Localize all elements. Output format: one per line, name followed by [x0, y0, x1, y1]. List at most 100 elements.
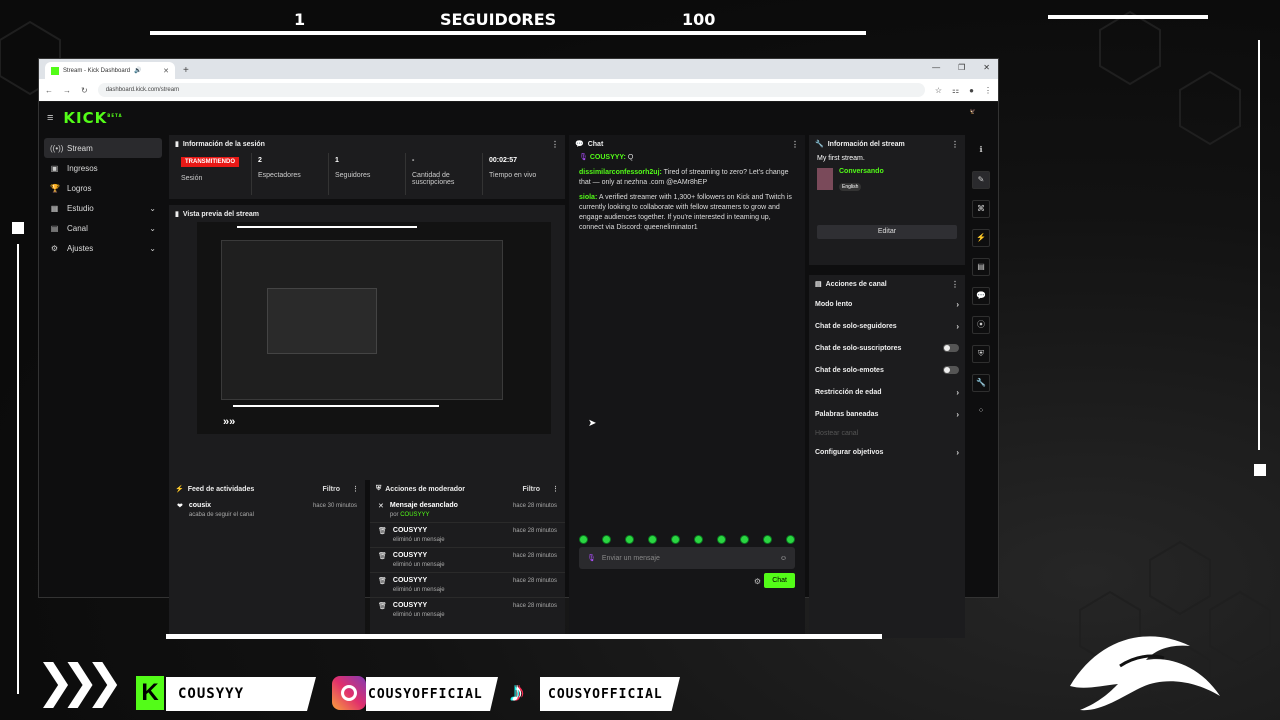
reload-icon[interactable]: ↻: [81, 86, 88, 95]
emote-icon[interactable]: [579, 535, 588, 544]
emote-icon[interactable]: [671, 535, 680, 544]
mod-item-user[interactable]: COUSYYY: [400, 512, 429, 518]
emote-icon[interactable]: [625, 535, 634, 544]
tab-title: Stream - Kick Dashboard: [63, 67, 131, 74]
speaker-icon: 🔊: [134, 68, 142, 74]
close-tab-icon[interactable]: ✕: [163, 67, 169, 75]
browser-window: Stream - Kick Dashboard 🔊 ✕ + — ❐ ✕ ← → …: [38, 58, 999, 638]
action-label: Configurar objetivos: [815, 448, 884, 456]
edit-button[interactable]: Editar: [817, 225, 957, 239]
emote-icon[interactable]: [717, 535, 726, 544]
feed-user[interactable]: cousix: [189, 502, 211, 509]
more-options-icon[interactable]: ⋮: [951, 280, 959, 289]
preview-nested-inner: [267, 288, 377, 354]
emote-icon[interactable]: [786, 535, 795, 544]
action-emotes-only: Chat de solo-emotes: [809, 359, 965, 381]
action-age-restriction[interactable]: Restricción de edad ›: [809, 381, 965, 403]
chat-username[interactable]: COUSYYY:: [590, 154, 626, 161]
chat-icon[interactable]: 💬: [972, 287, 990, 305]
emotes-only-toggle[interactable]: [943, 366, 959, 374]
broadcast-icon[interactable]: ⦿: [972, 316, 990, 334]
more-options-icon[interactable]: ⋮: [551, 140, 559, 149]
sidebar-item-canal[interactable]: ▤ Canal ⌄: [44, 218, 162, 238]
category-name[interactable]: Conversando: [839, 168, 884, 175]
filter-button[interactable]: Filtro: [523, 486, 541, 493]
minimize-icon[interactable]: —: [932, 63, 940, 72]
action-label: Hostear canal: [815, 429, 859, 437]
url-field[interactable]: dashboard.kick.com/stream: [97, 83, 925, 97]
sidebar-item-ingresos[interactable]: ▣ Ingresos: [44, 158, 162, 178]
action-slow-mode[interactable]: Modo lento ›: [809, 293, 965, 315]
emote-icon[interactable]: [694, 535, 703, 544]
mouse-cursor-icon: ➤: [588, 418, 597, 429]
action-goals[interactable]: Configurar objetivos ›: [809, 441, 965, 463]
action-followers-only[interactable]: Chat de solo-seguidores ›: [809, 315, 965, 337]
panel-title: Vista previa del stream: [182, 210, 259, 218]
sidebar-item-estudio[interactable]: ▦ Estudio ⌄: [44, 198, 162, 218]
overlay-square-left: [12, 222, 24, 234]
sidebar-item-stream[interactable]: ((•)) Stream: [44, 138, 162, 158]
mod-item-title[interactable]: COUSYYY: [393, 602, 427, 609]
more-options-icon[interactable]: ⋮: [791, 140, 799, 149]
hamburger-menu-icon[interactable]: ≡: [47, 112, 53, 124]
camera-icon[interactable]: ⌘: [972, 200, 990, 218]
emoji-icon[interactable]: ☺: [780, 555, 787, 562]
app-header: ≡ KICKBETA: [39, 102, 998, 134]
extensions-icon[interactable]: ⚏: [952, 86, 959, 95]
stat-followers: 1 Seguidores: [329, 153, 406, 195]
goal-bar: [150, 31, 866, 35]
bookmark-star-icon[interactable]: ☆: [935, 86, 942, 95]
emote-icon[interactable]: [740, 535, 749, 544]
emote-icon[interactable]: [648, 535, 657, 544]
panel-title: Feed de actividades: [187, 485, 255, 493]
notes-icon[interactable]: ▤: [972, 258, 990, 276]
overlay-vline-right: [1258, 40, 1260, 450]
chat-input[interactable]: 🎙 Enviar un mensaje ☺: [579, 547, 795, 569]
chevron-right-icon: ›: [956, 321, 959, 331]
chat-placeholder: Enviar un mensaje: [601, 554, 660, 562]
mod-item-time: hace 28 minutos: [512, 528, 557, 534]
shield-icon: ⛨: [376, 485, 382, 492]
forward-icon[interactable]: →: [63, 86, 71, 95]
social-instagram-handle: COUSYOFFICIAL: [368, 686, 483, 702]
mod-item-by: eliminó un mensaje: [392, 587, 445, 593]
subs-only-toggle[interactable]: [943, 344, 959, 352]
emote-icon[interactable]: [602, 535, 611, 544]
more-options-icon[interactable]: ⋮: [352, 485, 359, 493]
profile-icon[interactable]: ●: [969, 86, 974, 95]
filter-button[interactable]: Filtro: [323, 486, 341, 493]
bolt-icon[interactable]: ⚡: [972, 229, 990, 247]
sidebar: ((•)) Stream ▣ Ingresos 🏆 Logros ▦ Estudio ⌄ …: [44, 138, 162, 258]
new-tab-icon[interactable]: +: [183, 65, 189, 76]
chat-send-button[interactable]: Chat: [764, 573, 795, 588]
back-icon[interactable]: ←: [45, 86, 53, 95]
kick-logo[interactable]: KICKBETA: [63, 109, 122, 127]
close-window-icon[interactable]: ✕: [983, 63, 990, 72]
stat-subs: - Cantidad de suscripciones: [406, 153, 483, 195]
unpin-icon: ✕: [378, 503, 384, 510]
preview-overlay-bar: [237, 226, 417, 228]
sidebar-item-ajustes[interactable]: ⚙ Ajustes ⌄: [44, 238, 162, 258]
mod-item-title[interactable]: COUSYYY: [393, 577, 427, 584]
emote-icon[interactable]: [763, 535, 772, 544]
more-options-icon[interactable]: ⋮: [552, 485, 559, 493]
shield-icon[interactable]: ⛨: [972, 345, 990, 363]
menu-dots-icon[interactable]: ⋮: [984, 86, 992, 95]
maximize-icon[interactable]: ❐: [958, 63, 965, 72]
chat-username[interactable]: dissimilarconfessorh2uj:: [579, 169, 662, 176]
chat-settings-gear-icon[interactable]: ⚙: [754, 577, 761, 586]
info-icon[interactable]: ℹ: [972, 142, 990, 160]
edit-pencil-icon[interactable]: ✎: [972, 171, 990, 189]
more-options-icon[interactable]: ⋮: [951, 140, 959, 149]
action-banned-words[interactable]: Palabras baneadas ›: [809, 403, 965, 425]
apps-icon[interactable]: ⁘: [972, 403, 990, 421]
channel-avatar[interactable]: 🦅: [964, 109, 982, 125]
wrench-icon[interactable]: 🔧: [972, 374, 990, 392]
chat-username[interactable]: siola:: [579, 194, 597, 201]
browser-tab[interactable]: Stream - Kick Dashboard 🔊 ✕: [45, 62, 175, 79]
mod-item-title[interactable]: COUSYYY: [393, 527, 427, 534]
chevron-right-icon: ›: [956, 447, 959, 457]
mod-item: ✕ Mensaje desanclado por COUSYYY hace 28 mi…: [370, 498, 565, 523]
mod-item-title[interactable]: COUSYYY: [393, 552, 427, 559]
sidebar-item-logros[interactable]: 🏆 Logros: [44, 178, 162, 198]
